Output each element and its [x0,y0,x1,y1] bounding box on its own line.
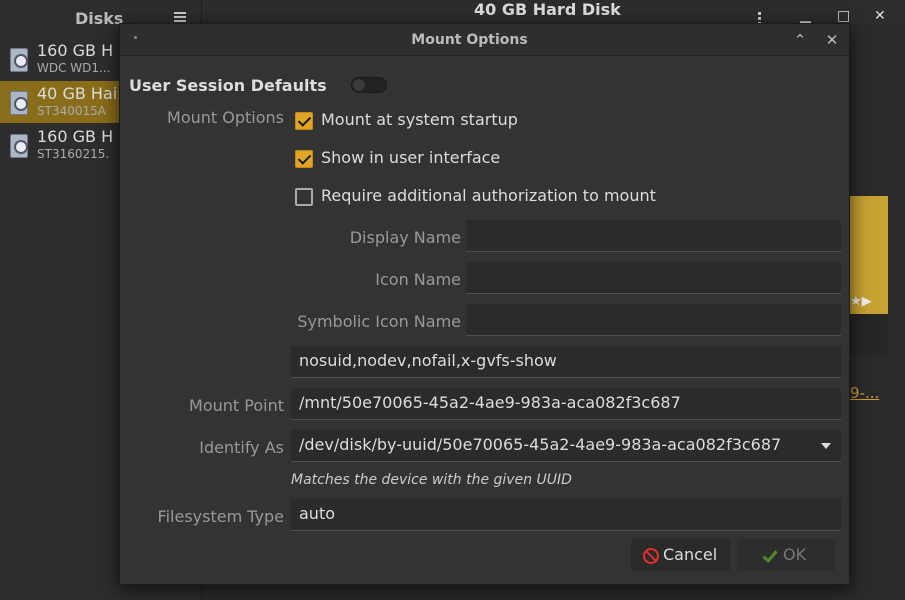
icon-name-label: Icon Name [375,270,461,289]
disk-model: ST3160215. [37,147,110,161]
switch-knob [353,79,365,91]
checkbox-checked[interactable] [295,112,313,130]
close-icon[interactable]: ✕ [822,30,842,50]
identify-as-hint: Matches the device with the given UUID [291,472,572,488]
checkbox-label: Show in user interface [321,148,501,167]
display-name-field[interactable] [466,220,841,252]
checkbox-checked[interactable] [295,150,313,168]
hamburger-menu-icon[interactable] [174,12,186,22]
cancel-button[interactable]: Cancel [631,539,730,571]
identify-as-combo[interactable]: /dev/disk/by-uuid/50e70065-45a2-4ae9-983… [291,430,841,462]
volume-card-icons: ★▶ [850,294,872,309]
user-session-defaults-switch[interactable] [351,77,387,93]
mount-point-label: Mount Point [189,396,284,415]
maximize-icon[interactable]: ⌃ [790,30,810,50]
identify-as-value: /dev/disk/by-uuid/50e70065-45a2-4ae9-983… [299,435,782,454]
user-session-defaults-label: User Session Defaults [129,76,327,95]
disk-name: 40 GB Hai [37,84,118,103]
main-title: 40 GB Hard Disk [474,0,621,19]
mount-options-field[interactable]: nosuid,nodev,nofail,x-gvfs-show [291,346,841,378]
filesystem-type-value: auto [299,504,336,523]
filesystem-type-label: Filesystem Type [157,507,284,526]
symbolic-icon-name-label: Symbolic Icon Name [297,312,461,331]
mount-options-label: Mount Options [167,108,284,127]
minimize-icon[interactable]: ▁ [800,8,811,24]
mount-point-field[interactable]: /mnt/50e70065-45a2-4ae9-983a-aca082f3c68… [291,388,841,420]
checkbox-unchecked[interactable] [295,188,313,206]
identify-as-label: Identify As [199,438,284,457]
dropdown-arrow-icon [821,443,831,449]
maximize-icon[interactable]: □ [837,8,850,24]
disk-name: 160 GB H [37,127,114,146]
ok-button-label: OK [783,545,807,564]
volume-link[interactable]: 9-... [850,384,879,402]
filesystem-type-field[interactable]: auto [291,499,841,531]
dialog-title: Mount Options [411,32,528,48]
dialog-titlebar: Mount Options ⌃ ✕ [120,24,849,56]
icon-name-field[interactable] [466,262,841,294]
hard-disk-icon [10,48,28,72]
checkbox-label: Require additional authorization to moun… [321,186,656,205]
volume-card-footer [848,314,888,356]
disk-name: 160 GB H [37,41,114,60]
mount-options-value: nosuid,nodev,nofail,x-gvfs-show [299,351,557,370]
checkbox-label: Mount at system startup [321,110,518,129]
cancel-icon [643,548,659,564]
ok-button[interactable]: OK [737,539,835,571]
mount-point-value: /mnt/50e70065-45a2-4ae9-983a-aca082f3c68… [299,393,681,412]
checkmark-icon [762,547,778,563]
hard-disk-icon [10,91,28,115]
display-name-label: Display Name [349,228,461,247]
disk-model: WDC WD1... [37,61,111,75]
disk-model: ST340015A [37,104,106,118]
cancel-button-label: Cancel [663,545,718,564]
hard-disk-icon [10,134,28,158]
sidebar-title: Disks [75,9,124,28]
symbolic-icon-name-field[interactable] [466,304,841,336]
mount-options-dialog: Mount Options ⌃ ✕ User Session Defaults … [119,23,850,585]
close-icon[interactable]: ✕ [874,8,886,24]
